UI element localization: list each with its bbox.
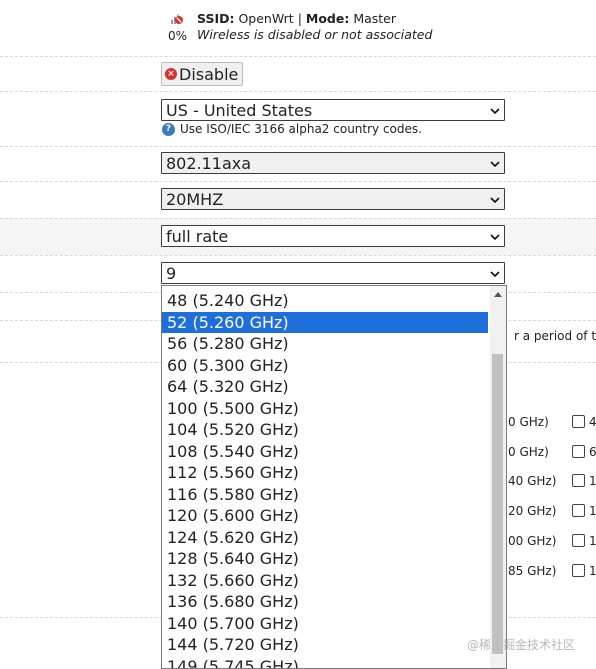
signal-disabled-icon	[171, 14, 183, 24]
channel-select-value: 9	[166, 264, 177, 283]
signal-percent: 0%	[168, 29, 188, 43]
freq-label-fragment: 40 GHz)	[508, 474, 557, 488]
channel-option[interactable]: 128 (5.640 GHz)	[162, 548, 488, 570]
help-icon: ?	[162, 122, 175, 136]
chevron-down-icon	[490, 271, 500, 278]
channel-select[interactable]: 9	[161, 262, 505, 284]
mode-value: Master	[353, 11, 397, 26]
channel-checkbox[interactable]	[572, 474, 585, 487]
channel-option-highlighted[interactable]: 52 (5.260 GHz)	[162, 311, 488, 333]
freq-label-fragment: 0 GHz)	[508, 415, 549, 429]
checkbox-label-fragment: 1	[589, 564, 596, 578]
rate-select-value: full rate	[166, 227, 229, 246]
freq-label-fragment: 0 GHz)	[508, 445, 549, 459]
width-select[interactable]: 20MHZ	[161, 188, 505, 210]
checkbox-label-fragment: 6	[589, 445, 596, 459]
mode-select-value: 802.11axa	[166, 154, 252, 173]
row-divider	[0, 91, 596, 92]
channel-option[interactable]: 132 (5.660 GHz)	[162, 570, 488, 592]
channel-option[interactable]: 108 (5.540 GHz)	[162, 441, 488, 463]
freq-label-fragment: 85 GHz)	[508, 564, 557, 578]
chevron-down-icon	[490, 161, 500, 168]
width-select-value: 20MHZ	[166, 190, 224, 209]
channel-option[interactable]: 64 (5.320 GHz)	[162, 376, 488, 398]
freq-label-fragment: 00 GHz)	[508, 534, 557, 548]
disable-icon: ×	[165, 68, 177, 80]
country-hint-text: Use ISO/IEC 3166 alpha2 country codes.	[180, 122, 422, 136]
watermark: @稀土掘金技术社区	[467, 638, 576, 652]
channel-checkbox[interactable]	[572, 445, 585, 458]
channel-option[interactable]: 120 (5.600 GHz)	[162, 505, 488, 527]
channel-option[interactable]: 100 (5.500 GHz)	[162, 398, 488, 420]
chevron-down-icon	[490, 108, 500, 115]
association-status: Wireless is disabled or not associated	[197, 27, 433, 42]
row-divider	[0, 181, 596, 182]
ssid-line: SSID: OpenWrt | Mode: Master	[197, 11, 396, 26]
channel-checkbox[interactable]	[572, 564, 585, 577]
channel-option[interactable]: 149 (5.745 GHz)	[162, 656, 488, 669]
checkbox-label-fragment: 4	[589, 415, 596, 429]
disable-button-label: Disable	[179, 64, 239, 84]
scroll-up-arrow-icon[interactable]	[494, 292, 502, 297]
channel-option[interactable]: 124 (5.620 GHz)	[162, 527, 488, 549]
channel-checkbox[interactable]	[572, 504, 585, 517]
row-divider	[0, 146, 596, 147]
channel-option[interactable]: 56 (5.280 GHz)	[162, 333, 488, 355]
checkbox-label-fragment: 1	[589, 504, 596, 518]
chevron-down-icon	[490, 197, 500, 204]
ssid-value: OpenWrt	[238, 11, 294, 26]
channel-option[interactable]: 140 (5.700 GHz)	[162, 613, 488, 635]
channel-option[interactable]: 104 (5.520 GHz)	[162, 419, 488, 441]
dropdown-scrollbar[interactable]	[490, 286, 506, 668]
mode-label: Mode:	[305, 11, 350, 26]
country-value: US - United States	[166, 101, 313, 120]
country-select[interactable]: US - United States	[161, 99, 505, 121]
checkbox-label-fragment: 1	[589, 474, 596, 488]
row-divider	[0, 56, 596, 57]
chevron-down-icon	[490, 234, 500, 241]
channel-option[interactable]: 144 (5.720 GHz)	[162, 634, 488, 656]
row-divider	[0, 255, 596, 256]
channel-option[interactable]: 136 (5.680 GHz)	[162, 591, 488, 613]
scrollbar-thumb[interactable]	[492, 354, 503, 654]
separator: |	[297, 11, 302, 26]
channel-option[interactable]: 116 (5.580 GHz)	[162, 484, 488, 506]
disable-button[interactable]: × Disable	[161, 62, 244, 86]
channel-checkbox[interactable]	[572, 534, 585, 547]
channel-option[interactable]: 60 (5.300 GHz)	[162, 355, 488, 377]
country-hint: ? Use ISO/IEC 3166 alpha2 country codes.	[162, 122, 422, 136]
channel-option[interactable]: 48 (5.240 GHz)	[162, 290, 488, 312]
channel-checkbox[interactable]	[572, 415, 585, 428]
period-text-fragment: r a period of tin	[514, 329, 596, 343]
row-divider	[0, 218, 596, 219]
channel-dropdown-list[interactable]: 48 (5.240 GHz) 52 (5.260 GHz) 56 (5.280 …	[161, 285, 507, 669]
rate-select[interactable]: full rate	[161, 225, 505, 247]
mode-select[interactable]: 802.11axa	[161, 152, 505, 174]
freq-label-fragment: 20 GHz)	[508, 504, 557, 518]
checkbox-label-fragment: 1	[589, 534, 596, 548]
channel-option[interactable]: 112 (5.560 GHz)	[162, 462, 488, 484]
ssid-label: SSID:	[197, 11, 235, 26]
